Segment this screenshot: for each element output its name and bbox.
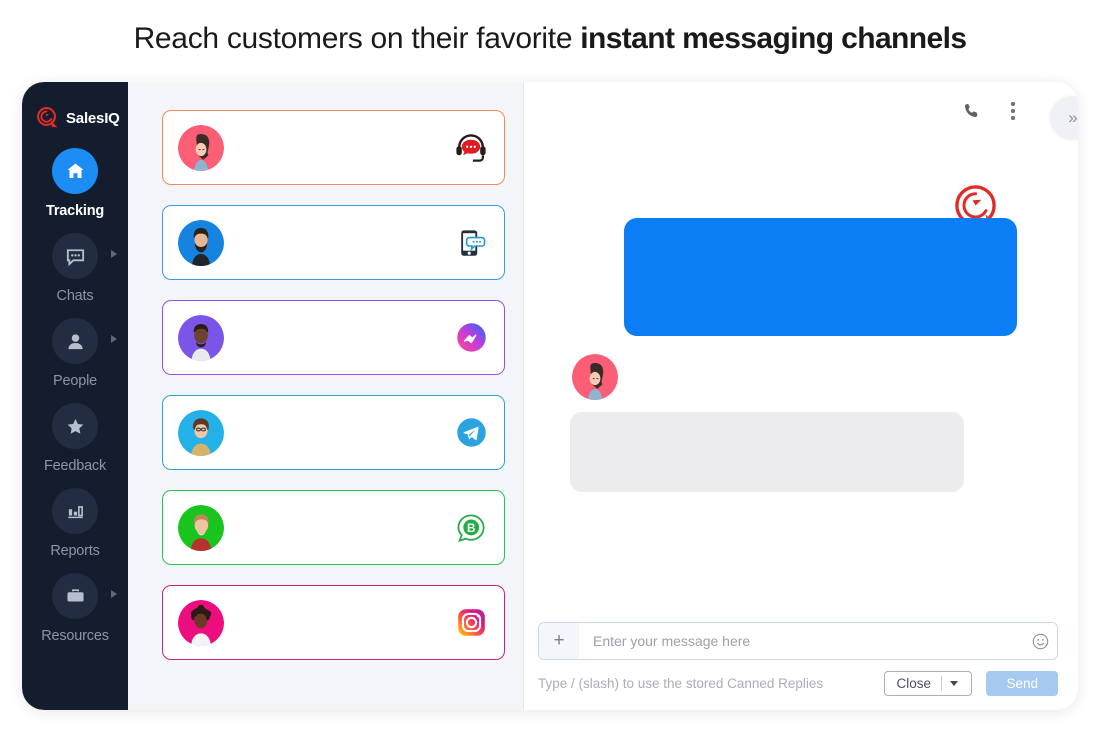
telegram-icon (452, 414, 490, 452)
plus-icon[interactable]: + (539, 623, 579, 659)
list-item[interactable] (162, 205, 505, 280)
list-item[interactable]: B (162, 490, 505, 565)
messenger-icon (452, 319, 490, 357)
sidebar-item-label-reports: Reports (50, 543, 100, 559)
list-item[interactable] (162, 300, 505, 375)
sidebar-item-people[interactable]: People (22, 318, 128, 403)
avatar (178, 314, 224, 361)
avatar (178, 599, 224, 646)
composer-footer: Type / (slash) to use the stored Canned … (538, 671, 1058, 696)
chat-list: B (128, 82, 524, 710)
chevron-right-icon-resources (111, 590, 117, 598)
send-button[interactable]: Send (986, 671, 1058, 696)
sidebar-item-reports[interactable]: Reports (22, 488, 128, 573)
sidebar-item-feedback[interactable]: Feedback (22, 403, 128, 488)
whatsapp-business-icon: B (452, 509, 490, 547)
screenshot-root: Reach customers on their favorite instan… (0, 0, 1100, 736)
sidebar-item-tracking[interactable]: Tracking (22, 148, 128, 233)
sms-mobile-icon (452, 224, 490, 262)
brand: SalesIQ (22, 98, 128, 130)
incoming-message-bubble (570, 412, 964, 492)
svg-text:B: B (467, 521, 475, 534)
salesiq-logo-icon (36, 106, 60, 130)
outgoing-message-bubble (624, 218, 1017, 336)
avatar (178, 219, 224, 266)
conversation-toolbar: » (524, 82, 1078, 140)
instagram-icon (452, 604, 490, 642)
sidebar: SalesIQ Tracking Chats People Feedback R… (22, 82, 128, 710)
sidebar-item-label-tracking: Tracking (45, 203, 105, 219)
page-title-bold: instant messaging channels (580, 22, 967, 55)
list-item[interactable] (162, 110, 505, 185)
chevron-double-right-icon[interactable]: » (1050, 96, 1078, 140)
conversation-panel: » + Enter your message here Type / (slas… (524, 82, 1078, 710)
message-input[interactable] (579, 623, 1023, 659)
sidebar-nav: Tracking Chats People Feedback Reports R… (22, 148, 128, 658)
chevron-down-icon (942, 681, 966, 686)
message-thread (524, 140, 1078, 622)
message-composer: + Type / (slash) to use the stored Canne… (524, 622, 1078, 710)
briefcase-icon (52, 573, 98, 619)
sidebar-item-label-resources: Resources (41, 628, 109, 644)
chevron-right-icon-chats (111, 250, 117, 258)
home-icon (52, 148, 98, 194)
phone-call-icon[interactable] (962, 101, 982, 121)
kebab-menu-icon[interactable] (1004, 100, 1022, 122)
page-title-light: Reach customers on their favorite (133, 22, 581, 55)
sidebar-item-label-feedback: Feedback (43, 458, 107, 474)
composer-input-wrap: + (538, 622, 1058, 660)
chat-bubble-icon (52, 233, 98, 279)
live-chat-headset-icon (452, 129, 490, 167)
sidebar-item-chats[interactable]: Chats (22, 233, 128, 318)
app-window: SalesIQ Tracking Chats People Feedback R… (22, 82, 1078, 710)
bar-chart-icon (52, 488, 98, 534)
avatar (178, 124, 224, 171)
sidebar-item-label-people: People (53, 373, 97, 389)
canned-replies-hint: Type / (slash) to use the stored Canned … (538, 676, 824, 691)
conversation-status-select[interactable]: Close (884, 671, 973, 696)
page-title: Reach customers on their favorite instan… (0, 22, 1100, 56)
conversation-status-label: Close (896, 676, 931, 691)
avatar (178, 409, 224, 456)
brand-name: SalesIQ (66, 109, 120, 127)
list-item[interactable] (162, 395, 505, 470)
smiley-icon[interactable] (1023, 632, 1057, 651)
avatar (572, 354, 618, 400)
sidebar-item-resources[interactable]: Resources (22, 573, 128, 658)
chevron-right-icon-people (111, 335, 117, 343)
star-icon (52, 403, 98, 449)
list-item[interactable] (162, 585, 505, 660)
sidebar-item-label-chats: Chats (56, 288, 94, 304)
avatar (178, 504, 224, 551)
person-icon (52, 318, 98, 364)
